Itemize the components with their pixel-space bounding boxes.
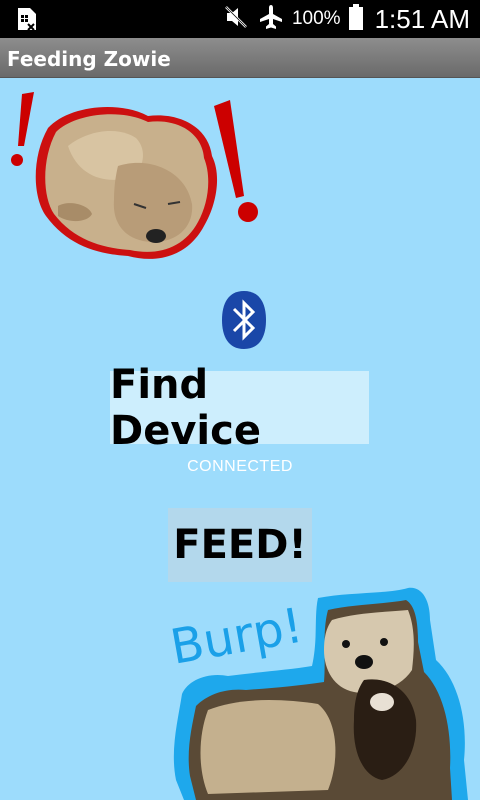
status-bar: 100% 1:51 AM	[0, 0, 480, 38]
burp-caption: Burp!	[168, 598, 307, 676]
app-bar: Feeding Zowie	[0, 38, 480, 78]
bluetooth-icon	[220, 290, 268, 350]
find-device-button[interactable]: Find Device	[110, 362, 369, 454]
app-title: Feeding Zowie	[7, 47, 171, 71]
dog-alert-image	[8, 86, 270, 268]
dog-burp-image: Burp!	[166, 580, 480, 800]
connection-status: CONNECTED	[187, 458, 293, 475]
battery-icon	[348, 3, 363, 35]
mute-icon	[224, 5, 250, 34]
airplane-mode-icon	[258, 4, 284, 35]
clock: 1:51 AM	[374, 3, 470, 34]
sim-card-icon	[16, 7, 38, 36]
battery-percent: 100%	[291, 8, 341, 29]
feed-button[interactable]: FEED!	[168, 508, 312, 582]
